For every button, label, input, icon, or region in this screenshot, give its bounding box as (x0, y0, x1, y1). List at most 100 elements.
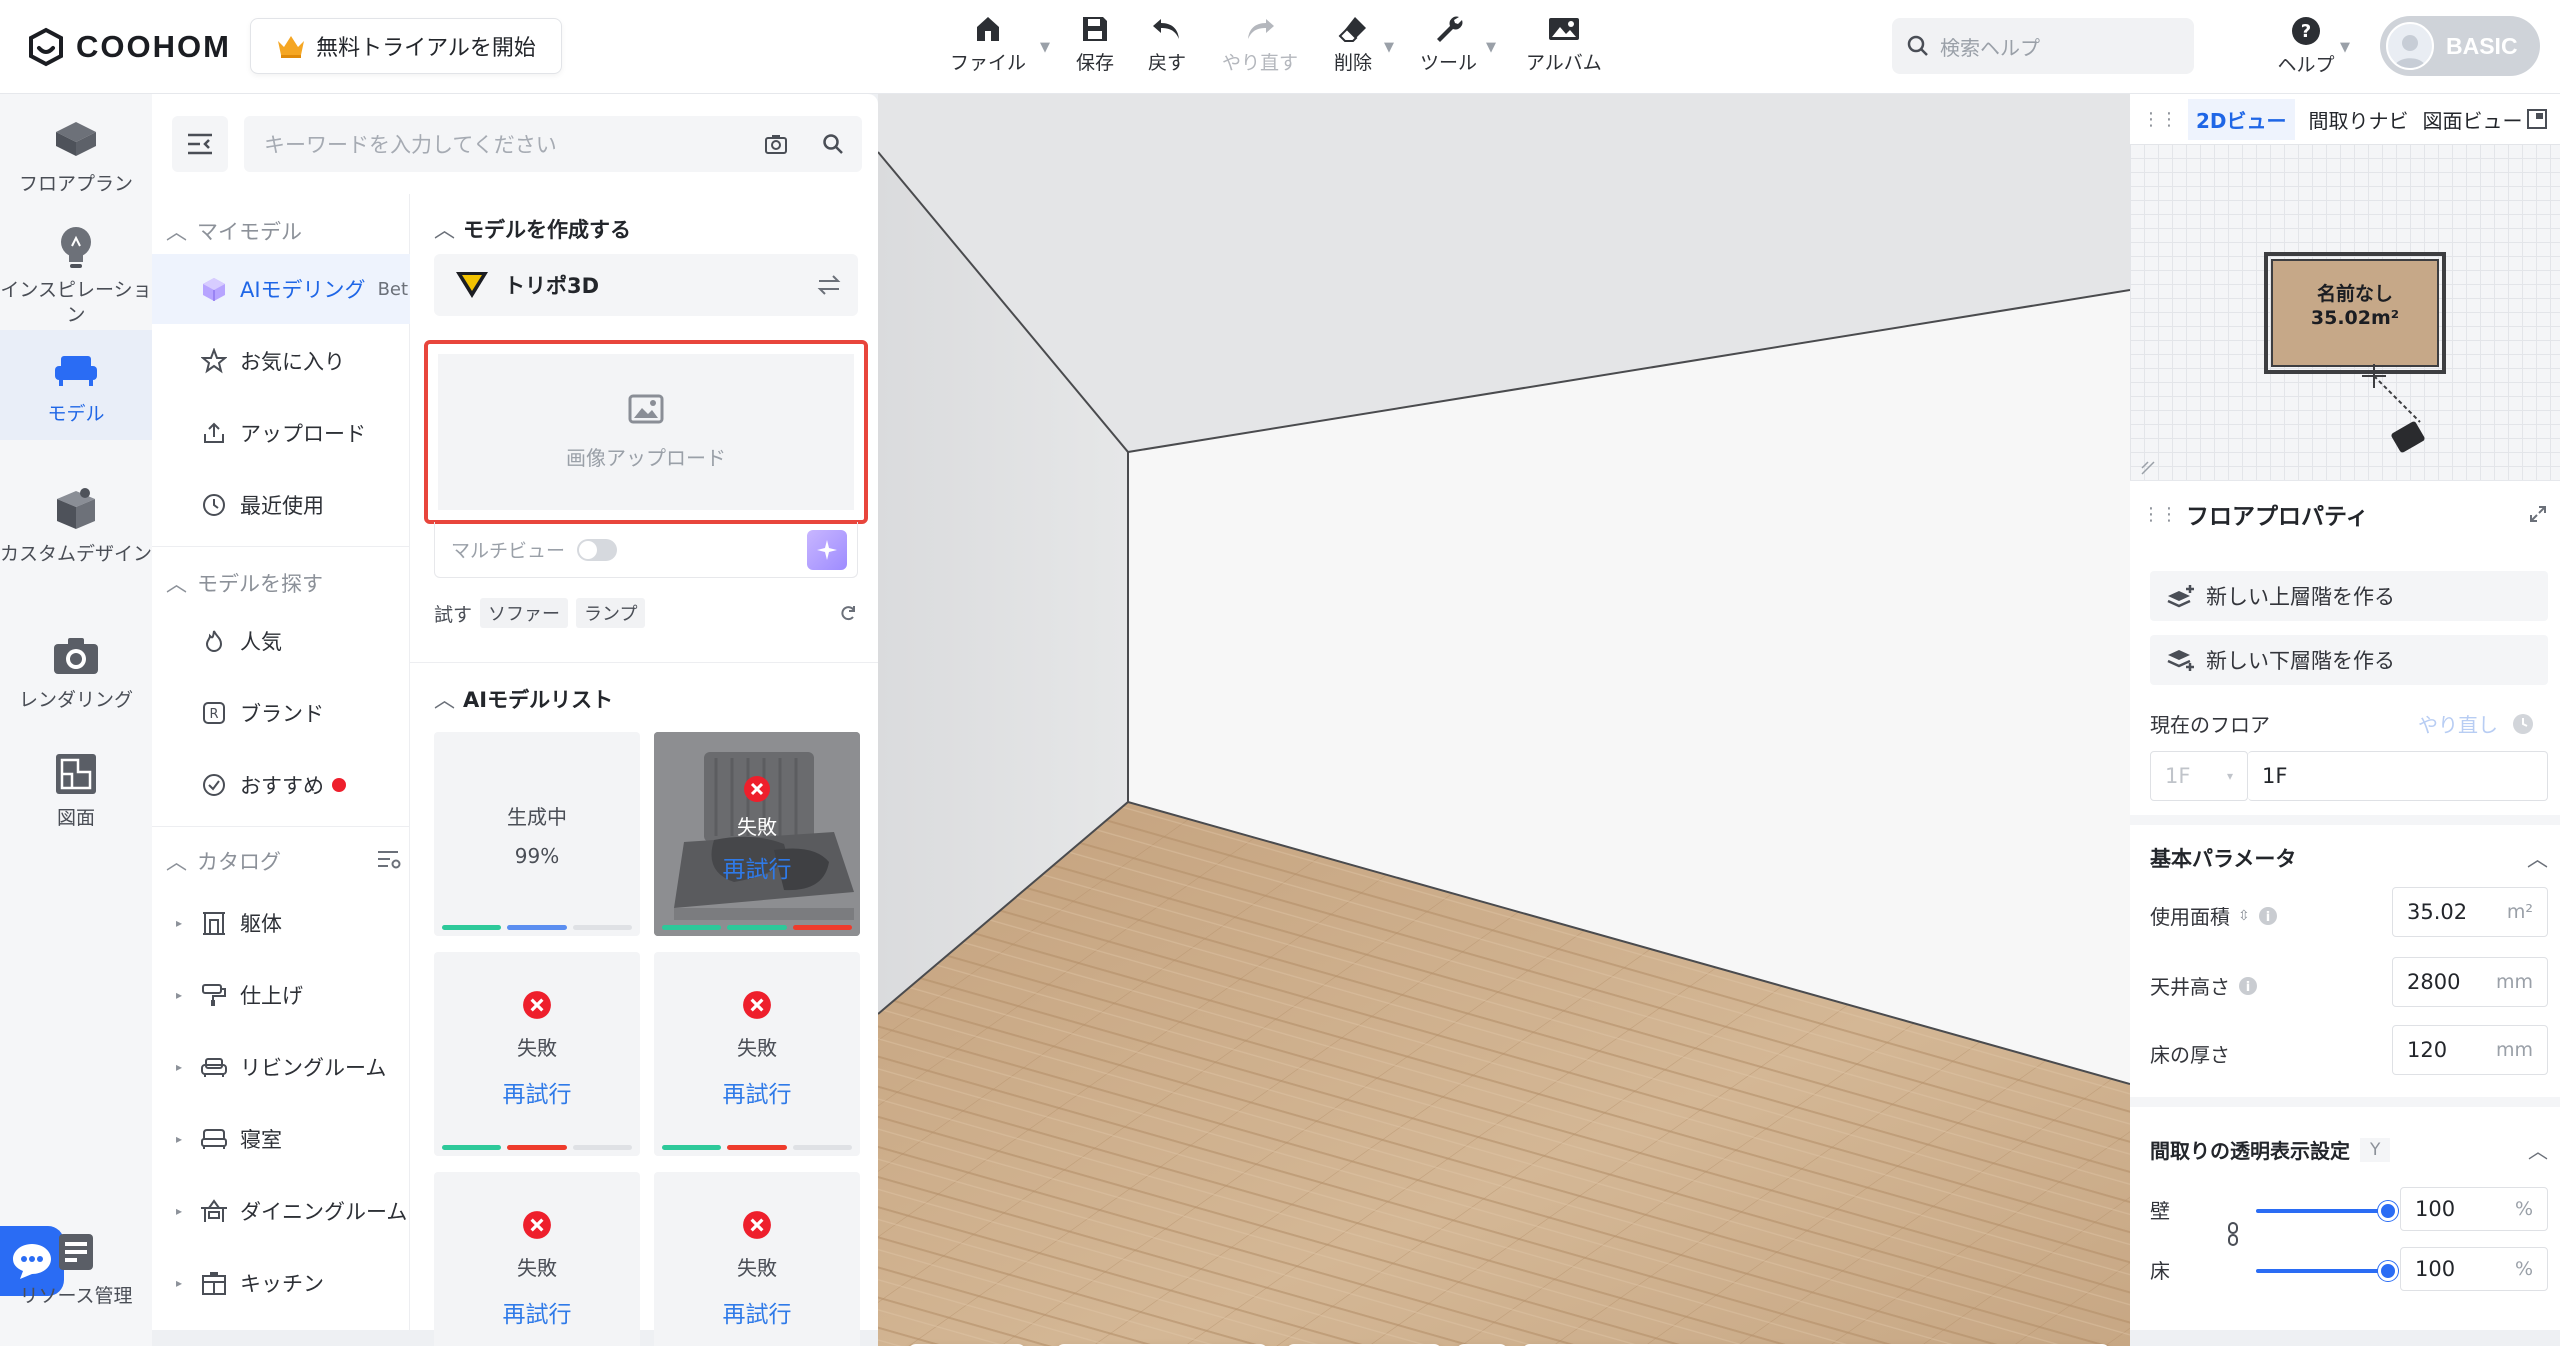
search-icon[interactable] (822, 133, 844, 155)
wall-opacity-input[interactable]: 100% (2400, 1187, 2548, 1231)
ai-model-list-header[interactable]: ︿ AIモデルリスト (434, 684, 613, 714)
file-menu-button[interactable]: ファイル (950, 10, 1026, 82)
help-search-input[interactable]: 検索ヘルプ (1892, 18, 2194, 74)
retry-button[interactable]: 再試行 (723, 1295, 792, 1329)
try-tag-sofa[interactable]: ソファー (480, 598, 569, 628)
brand-logo[interactable]: COOHOM (26, 24, 231, 70)
try-tag-lamp[interactable]: ランプ (576, 598, 646, 628)
category-living-room[interactable]: ▸ リビングルーム (152, 1032, 410, 1102)
add-lower-floor-icon (2167, 650, 2194, 671)
album-button[interactable]: アルバム (1526, 10, 1602, 82)
tools-menu-button[interactable]: ツール (1420, 10, 1477, 82)
my-models-header[interactable]: ︿ マイモデル (166, 216, 302, 246)
retry-button[interactable]: 再試行 (723, 850, 792, 884)
area-label-row: 使用面積 ⇳ i (2150, 901, 2278, 930)
link-icon[interactable] (2226, 1221, 2240, 1247)
basic-params-header[interactable]: 基本パラメータ ︿ (2150, 843, 2548, 873)
rail-item-custom-design[interactable]: カスタムデザイン (0, 482, 152, 592)
model-search-input[interactable]: キーワードを入力してください (244, 116, 862, 172)
category-brand[interactable]: R ブランド (152, 678, 410, 748)
floor-opacity-slider[interactable] (2256, 1269, 2388, 1273)
ai-model-tile-generating[interactable]: 生成中 99% (434, 732, 640, 936)
category-label: 仕上げ (240, 984, 303, 1008)
category-popular[interactable]: 人気 (152, 606, 410, 676)
tools-dropdown-icon[interactable]: ▼ (1486, 40, 1496, 55)
image-upload-dropzone[interactable]: 画像アップロード (438, 354, 854, 510)
retry-button[interactable]: 再試行 (723, 1075, 792, 1109)
help-label: ヘルプ (2277, 54, 2335, 76)
new-upper-floor-button[interactable]: 新しい上層階を作る (2150, 571, 2548, 621)
category-recent[interactable]: 最近使用 (152, 470, 410, 540)
find-models-header[interactable]: ︿ モデルを探す (166, 568, 323, 598)
undo-button[interactable]: 戻す (1148, 10, 1186, 82)
multiview-toggle[interactable] (577, 538, 618, 561)
floor-opacity-input[interactable]: 100% (2400, 1247, 2548, 1291)
floor-prefix-select[interactable]: 1F ▾ (2150, 751, 2248, 801)
floor-name-input[interactable]: 1F (2248, 751, 2548, 801)
ai-model-tile-failed[interactable]: 失敗 再試行 (654, 952, 860, 1156)
category-favorites[interactable]: お気に入り (152, 326, 410, 396)
category-finishing[interactable]: ▸ 仕上げ (152, 960, 410, 1030)
tab-drawing-view[interactable]: 図面ビュー (2423, 105, 2523, 134)
rail-item-floorplan[interactable]: フロアプラン (0, 112, 152, 212)
filter-settings-icon[interactable] (376, 848, 402, 870)
category-structure[interactable]: ▸ 躯体 (152, 888, 410, 958)
rail-item-resource-management[interactable]: リソース管理 (0, 1224, 152, 1314)
rail-item-inspiration[interactable]: インスピレーション (0, 224, 152, 326)
drag-handle-icon[interactable]: ⋮⋮ (2142, 504, 2178, 525)
floor-slider-handle[interactable] (2378, 1261, 2398, 1281)
info-icon[interactable]: i (2238, 976, 2258, 996)
refresh-icon[interactable] (838, 603, 858, 623)
ai-model-tile-failed[interactable]: 失敗 再試行 (654, 1172, 860, 1346)
category-upload[interactable]: アップロード (152, 398, 410, 468)
rail-item-drawing[interactable]: 図面 (0, 746, 152, 836)
floor-thickness-input[interactable]: 120 mm (2392, 1025, 2548, 1075)
redo-button[interactable]: やり直す (1222, 10, 1298, 82)
category-kitchen[interactable]: ▸ キッチン (152, 1248, 410, 1318)
expand-icon[interactable] (2528, 504, 2548, 524)
help-dropdown-icon[interactable]: ▼ (2340, 40, 2350, 55)
transparency-header[interactable]: 間取りの透明表示設定 Y ︿ (2150, 1135, 2548, 1164)
retry-button[interactable]: 再試行 (503, 1295, 572, 1329)
category-bedroom[interactable]: ▸ 寝室 (152, 1104, 410, 1174)
wall-slider-handle[interactable] (2378, 1201, 2398, 1221)
tab-2d-view[interactable]: 2Dビュー (2188, 98, 2295, 140)
category-recommended[interactable]: おすすめ (152, 750, 410, 820)
3d-viewport[interactable]: 1F ▼ 2D ▼ 3D ▼ ··· 283 % (878, 94, 2130, 1346)
retry-button[interactable]: 再試行 (503, 1075, 572, 1109)
find-models-header-label: モデルを探す (197, 572, 323, 596)
collapse-panel-button[interactable] (172, 116, 228, 172)
create-model-header[interactable]: ︿ モデルを作成する (434, 214, 631, 244)
category-ai-modeling[interactable]: AIモデリング Bet (152, 254, 410, 324)
help-button[interactable]: ? ヘルプ (2270, 10, 2342, 84)
sort-icon[interactable]: ⇳ (2238, 908, 2250, 924)
free-trial-button[interactable]: 無料トライアルを開始 (250, 18, 562, 74)
category-dining-room[interactable]: ▸ ダイニングルーム (152, 1176, 410, 1246)
wall-opacity-slider[interactable] (2256, 1209, 2388, 1213)
rail-item-model[interactable]: モデル (0, 330, 152, 440)
save-button[interactable]: 保存 (1076, 10, 1114, 82)
floor-redo-button[interactable]: やり直し (2418, 709, 2534, 738)
ai-generate-button[interactable] (807, 530, 847, 570)
drag-handle-icon[interactable]: ⋮⋮ (2142, 109, 2178, 130)
ceiling-height-input[interactable]: 2800 mm (2392, 957, 2548, 1007)
provider-selector[interactable]: トリポ3D (434, 254, 858, 316)
ai-model-tile-failed[interactable]: 失敗 再試行 (434, 952, 640, 1156)
area-input[interactable]: 35.02 m² (2392, 887, 2548, 937)
image-search-camera-icon[interactable] (764, 133, 788, 155)
catalog-header[interactable]: ︿ カタログ (166, 846, 402, 876)
tab-floor-nav[interactable]: 間取りナビ (2309, 105, 2409, 134)
user-account-button[interactable]: BASIC (2380, 16, 2540, 76)
delete-dropdown-icon[interactable]: ▼ (1384, 40, 1394, 55)
floor-prefix-value: 1F (2165, 764, 2191, 788)
ai-model-tile-failed[interactable]: 失敗 再試行 (434, 1172, 640, 1346)
ai-model-tile-failed-bed[interactable]: 失敗 再試行 (654, 732, 860, 936)
minimap-canvas[interactable]: 名前なし 35.02m² (2130, 144, 2560, 480)
file-dropdown-icon[interactable]: ▼ (1040, 40, 1050, 55)
new-lower-floor-button[interactable]: 新しい下層階を作る (2150, 635, 2548, 685)
delete-button[interactable]: 削除 (1334, 10, 1372, 82)
switch-icon[interactable] (816, 274, 842, 296)
minimize-panel-icon[interactable] (2526, 108, 2548, 130)
rail-item-rendering[interactable]: レンダリング (0, 628, 152, 718)
info-icon[interactable]: i (2258, 906, 2278, 926)
